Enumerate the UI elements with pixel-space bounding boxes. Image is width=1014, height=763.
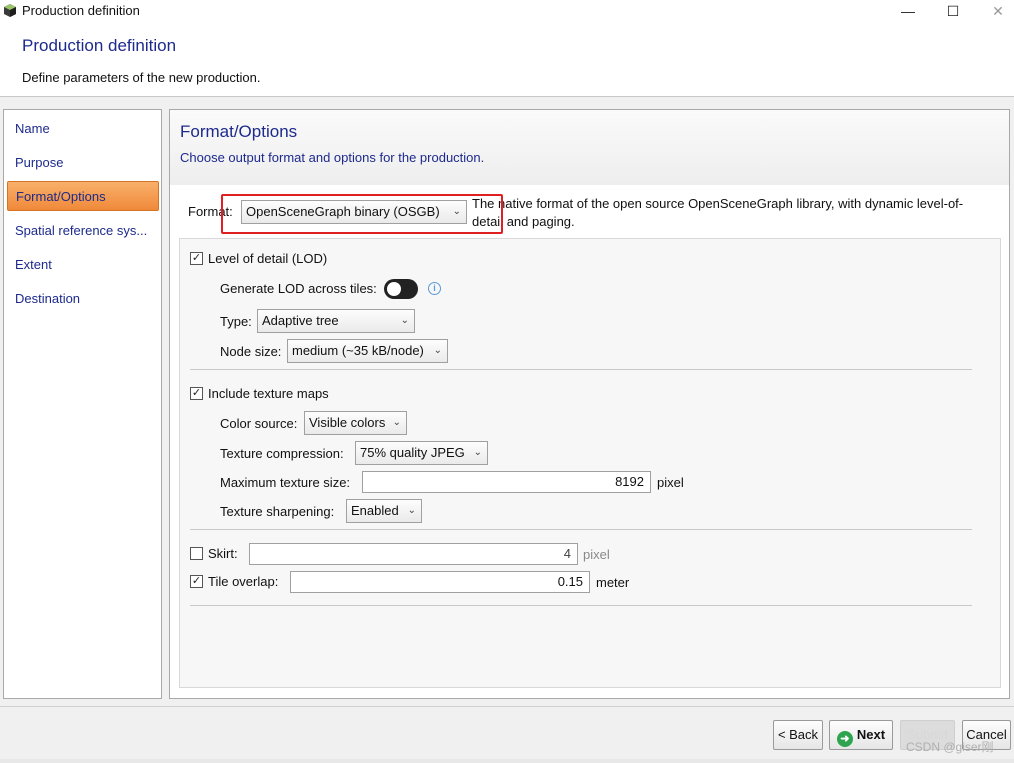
nav-item-format-options[interactable]: Format/Options <box>7 181 159 211</box>
wizard-step-list: Name Purpose Format/Options Spatial refe… <box>3 109 162 699</box>
footer-separator <box>0 706 1014 707</box>
skirt-unit: pixel <box>583 547 610 562</box>
lod-type-value: Adaptive tree <box>262 313 339 328</box>
title-bar: Production definition — ☐ ✕ <box>0 0 1014 22</box>
separator <box>190 529 972 530</box>
nav-item-spatial-reference[interactable]: Spatial reference sys... <box>7 216 159 246</box>
bottom-strip <box>0 759 1014 763</box>
lod-label: Level of detail (LOD) <box>208 251 328 266</box>
chevron-down-icon: ⌄ <box>392 417 401 428</box>
color-source-value: Visible colors <box>309 415 386 430</box>
wizard-subtitle: Define parameters of the new production. <box>22 70 261 85</box>
panel-subtitle: Choose output format and options for the… <box>180 150 485 165</box>
next-button[interactable]: ➜ Next <box>829 720 893 750</box>
lod-type-select[interactable]: Adaptive tree ⌄ <box>257 309 415 333</box>
texture-sharpening-value: Enabled <box>351 503 399 518</box>
maximize-button[interactable]: ☐ <box>930 0 976 22</box>
tile-overlap-checkbox[interactable]: ✓ <box>190 575 203 588</box>
nav-item-destination[interactable]: Destination <box>7 284 159 314</box>
nav-item-name[interactable]: Name <box>7 114 159 144</box>
skirt-input[interactable]: 4 <box>249 543 578 565</box>
panel-title: Format/Options <box>180 122 298 141</box>
texture-compression-label: Texture compression: <box>220 446 344 461</box>
max-texture-size-input[interactable]: 8192 <box>362 471 651 493</box>
generate-lod-toggle[interactable] <box>384 279 418 299</box>
format-description: The native format of the open source Ope… <box>472 196 964 229</box>
tile-overlap-input[interactable]: 0.15 <box>290 571 590 593</box>
node-size-label: Node size: <box>220 344 282 359</box>
toggle-knob <box>387 282 401 296</box>
node-size-select[interactable]: medium (~35 kB/node) ⌄ <box>287 339 448 363</box>
watermark: CSDN @giser刚 <box>906 740 994 754</box>
next-button-label: Next <box>856 727 886 742</box>
tile-overlap-label: Tile overlap: <box>208 574 279 589</box>
skirt-label: Skirt: <box>208 546 238 561</box>
back-button[interactable]: < Back <box>773 720 823 750</box>
lod-checkbox[interactable]: ✓ <box>190 252 203 265</box>
generate-lod-label: Generate LOD across tiles: <box>220 281 377 296</box>
minimize-button[interactable]: — <box>885 0 931 22</box>
separator <box>190 605 972 606</box>
chevron-down-icon: ⌄ <box>433 345 442 356</box>
info-icon[interactable]: i <box>428 282 441 295</box>
options-area: ✓ Level of detail (LOD) Generate LOD acr… <box>179 238 1001 688</box>
texture-label: Include texture maps <box>208 386 329 401</box>
color-source-select[interactable]: Visible colors ⌄ <box>304 411 407 435</box>
highlight-box <box>221 194 503 234</box>
max-texture-size-unit: pixel <box>657 475 684 490</box>
chevron-down-icon: ⌄ <box>473 447 482 458</box>
arrow-right-icon: ➜ <box>836 731 853 747</box>
max-texture-size-label: Maximum texture size: <box>220 475 351 490</box>
panel-header: Format/Options Choose output format and … <box>170 110 1009 185</box>
window-title: Production definition <box>22 3 140 18</box>
texture-sharpening-select[interactable]: Enabled ⌄ <box>346 499 422 523</box>
nav-item-extent[interactable]: Extent <box>7 250 159 280</box>
separator <box>190 369 972 370</box>
wizard-header: Production definition Define parameters … <box>0 22 1014 97</box>
texture-compression-select[interactable]: 75% quality JPEG ⌄ <box>355 441 488 465</box>
texture-compression-value: 75% quality JPEG <box>360 445 465 460</box>
app-cube-icon <box>4 4 16 17</box>
nav-item-purpose[interactable]: Purpose <box>7 148 159 178</box>
texture-checkbox[interactable]: ✓ <box>190 387 203 400</box>
close-button[interactable]: ✕ <box>975 0 1014 22</box>
color-source-label: Color source: <box>220 416 298 431</box>
node-size-value: medium (~35 kB/node) <box>292 343 424 358</box>
chevron-down-icon: ⌄ <box>400 315 409 326</box>
chevron-down-icon: ⌄ <box>407 505 416 516</box>
wizard-title: Production definition <box>22 36 177 55</box>
lod-type-label: Type: <box>220 314 252 329</box>
tile-overlap-unit: meter <box>596 575 630 590</box>
texture-sharpening-label: Texture sharpening: <box>220 504 335 519</box>
format-options-panel: Format/Options Choose output format and … <box>169 109 1010 699</box>
skirt-checkbox[interactable] <box>190 547 203 560</box>
